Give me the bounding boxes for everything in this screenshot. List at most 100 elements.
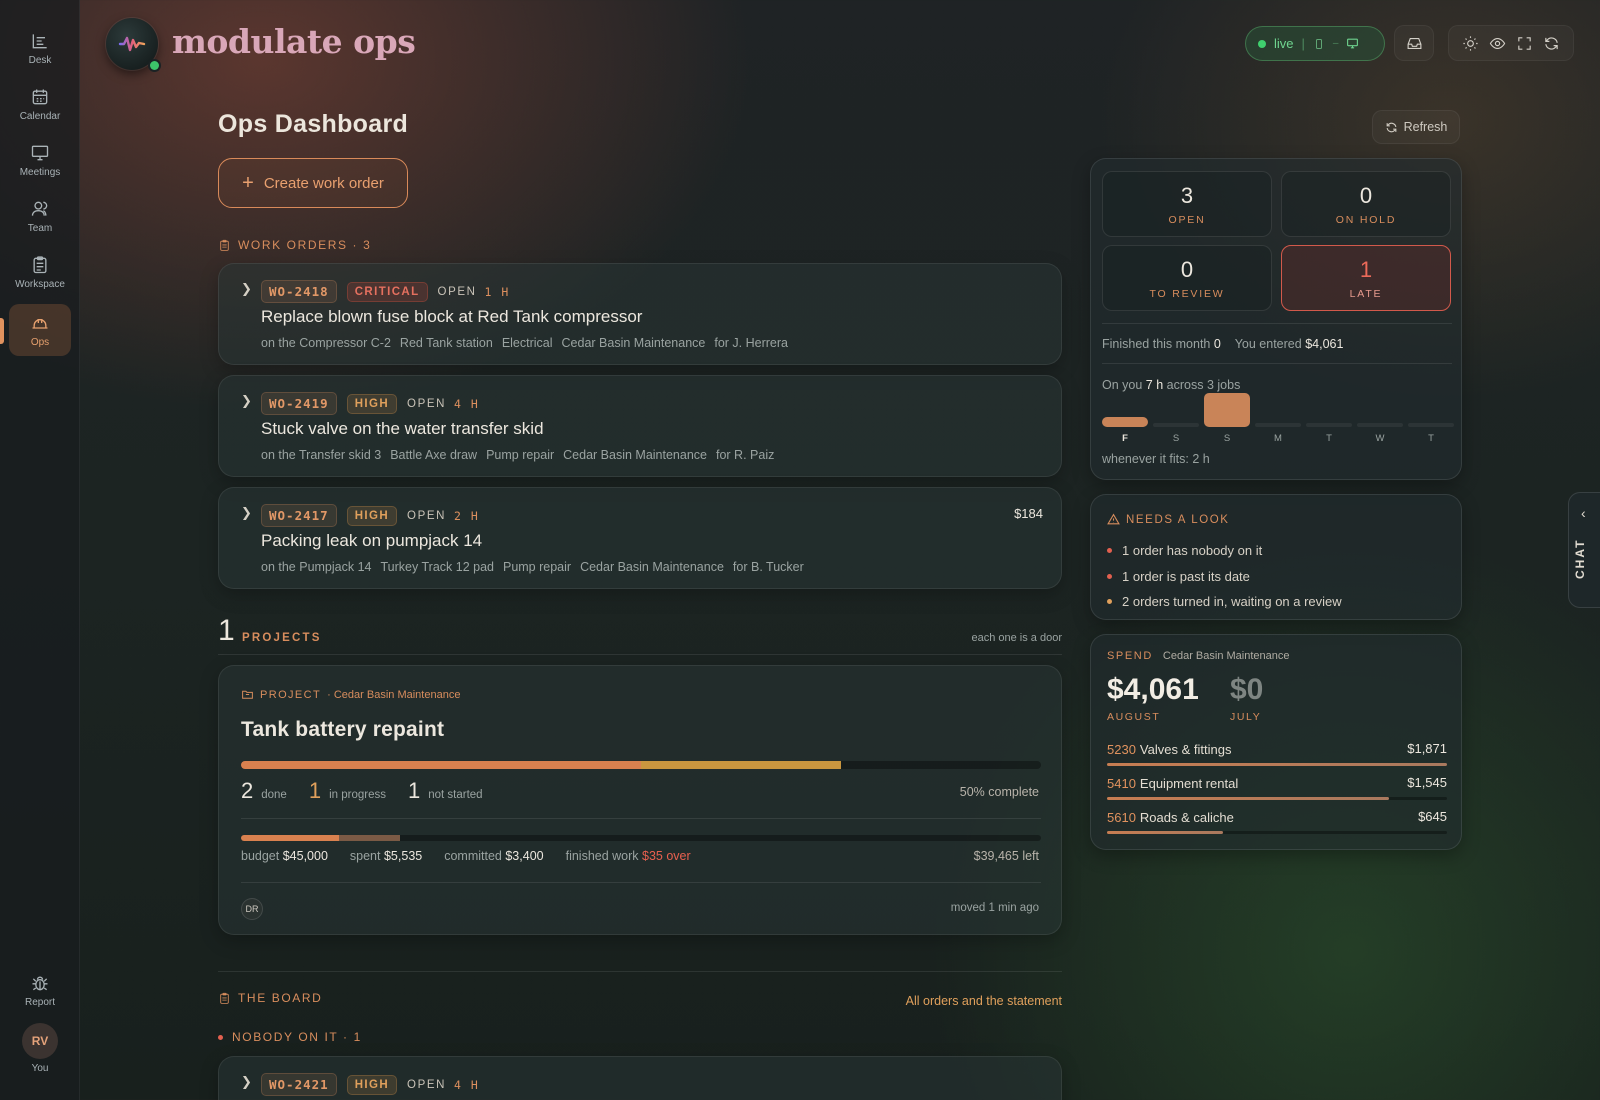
stat-on-hold[interactable]: 0 ON HOLD <box>1281 171 1451 237</box>
spend-category-row[interactable]: 5230 Valves & fittings $1,871 <box>1107 741 1447 771</box>
work-order-card[interactable]: ❯ WO-2417 HIGH OPEN 2 H $184 Packing lea… <box>218 487 1062 589</box>
sidebar-item-ops[interactable]: Ops <box>9 304 71 356</box>
bug-icon <box>32 976 48 990</box>
clipboard-icon <box>33 255 47 273</box>
sidebar-item-desk[interactable]: Desk <box>9 22 71 74</box>
day-load-bar <box>1408 423 1454 427</box>
stat-late[interactable]: 1 LATE <box>1281 245 1451 311</box>
divider: | <box>1301 36 1305 51</box>
sidebar-item-team[interactable]: Team <box>9 190 71 242</box>
board-heading: THE BOARD <box>218 991 322 1005</box>
live-label: live <box>1274 36 1294 51</box>
day-label: S <box>1223 433 1231 444</box>
age-label: 1 H <box>484 284 510 299</box>
work-order-title: Stuck valve on the water transfer skid <box>261 419 544 438</box>
monitor-icon[interactable] <box>1346 37 1359 50</box>
status-label: OPEN <box>407 397 447 410</box>
fullscreen-icon[interactable] <box>1516 35 1533 52</box>
work-order-id: WO-2421 <box>261 1073 337 1096</box>
sidebar-item-workspace[interactable]: Workspace <box>9 246 71 298</box>
category-bar-fill <box>1107 831 1223 834</box>
work-order-meta: on the Compressor C-2 Red Tank station E… <box>261 336 788 350</box>
work-order-id: WO-2419 <box>261 392 337 415</box>
user-avatar[interactable]: RV <box>22 1023 58 1059</box>
inbox-button[interactable] <box>1394 25 1434 61</box>
all-orders-link[interactable]: All orders and the statement <box>880 994 1062 1008</box>
meta-category: Electrical <box>501 336 553 350</box>
spent-item: spent $5,535 <box>350 849 422 863</box>
status-label: OPEN <box>407 1078 447 1091</box>
budget-committed-segment <box>339 835 401 841</box>
chevron-right-icon[interactable]: ❯ <box>241 281 252 297</box>
sidebar-item-label: Meetings <box>19 166 61 178</box>
project-task-stats: 2 done 1 in progress 1 not started <box>241 778 497 804</box>
chevron-right-icon[interactable]: ❯ <box>241 1074 252 1090</box>
needs-a-look-panel: NEEDS A LOOK 1 order has nobody on it 1 … <box>1090 494 1462 620</box>
meta-location: Battle Axe draw <box>390 448 478 462</box>
refresh-button[interactable]: Refresh <box>1372 110 1460 144</box>
spend-current-month: AUGUST <box>1107 711 1161 723</box>
hard-hat-icon <box>32 318 48 329</box>
progress-done-segment <box>241 761 641 769</box>
category-amount: $1,871 <box>1407 741 1447 756</box>
nobody-on-it-label: NOBODY ON IT · 1 <box>232 1030 362 1044</box>
entered-label: You entered <box>1234 337 1302 351</box>
needs-heading: NEEDS A LOOK <box>1107 513 1230 526</box>
project-card[interactable]: PROJECT · Cedar Basin Maintenance Tank b… <box>218 665 1062 935</box>
sidebar-item-meetings[interactable]: Meetings <box>9 134 71 186</box>
age-label: 4 H <box>454 396 480 411</box>
entered-value: $4,061 <box>1305 337 1344 351</box>
fits-label: whenever it fits: 2 h <box>1102 452 1210 466</box>
day-load-bar <box>1102 417 1148 427</box>
sidebar-item-label: Calendar <box>19 110 61 122</box>
spend-category-row[interactable]: 5410 Equipment rental $1,545 <box>1107 775 1447 805</box>
chevron-right-icon[interactable]: ❯ <box>241 505 252 521</box>
day-label: M <box>1274 433 1282 444</box>
stat-label: TO REVIEW <box>1149 287 1225 300</box>
work-order-card[interactable]: ❯ WO-2419 HIGH OPEN 4 H Stuck valve on t… <box>218 375 1062 477</box>
list-item[interactable]: 2 orders turned in, waiting on a review <box>1107 589 1342 615</box>
stat-value: 0 <box>1180 256 1194 282</box>
chevron-left-icon[interactable]: ‹ <box>1581 505 1586 521</box>
sidebar-item-label: Report <box>24 996 55 1008</box>
load-summary: On you 7 h across 3 jobs <box>1102 378 1240 392</box>
project-kicker: PROJECT · Cedar Basin Maintenance <box>241 688 460 701</box>
age-label: 4 H <box>454 1077 480 1092</box>
not-started-count: 1 <box>407 778 421 803</box>
meta-category: Pump repair <box>502 560 572 574</box>
stat-open[interactable]: 3 OPEN <box>1102 171 1272 237</box>
budget-bar <box>241 835 1041 841</box>
phone-icon[interactable] <box>1313 38 1325 50</box>
sidebar-item-label: Desk <box>28 54 52 66</box>
sun-icon[interactable] <box>1462 35 1479 52</box>
category-code: 5410 <box>1107 776 1136 791</box>
live-toggle[interactable]: live | – <box>1245 26 1385 61</box>
assignee-avatar[interactable]: DR <box>241 898 263 920</box>
inbox-icon <box>1407 37 1421 49</box>
committed-value: $3,400 <box>505 849 544 863</box>
work-order-id: WO-2418 <box>261 280 337 303</box>
meta-org: Cedar Basin Maintenance <box>563 448 707 462</box>
sidebar-item-report[interactable]: Report <box>9 964 71 1016</box>
eye-icon[interactable] <box>1489 35 1506 52</box>
work-order-card[interactable]: ❯ WO-2421 HIGH OPEN 4 H <box>218 1056 1062 1100</box>
stat-value: 0 <box>1359 182 1373 208</box>
day-load-bar <box>1357 423 1403 427</box>
project-kicker-label: PROJECT <box>260 688 322 701</box>
sync-icon[interactable] <box>1543 35 1560 52</box>
list-item[interactable]: 1 order has nobody on it <box>1107 538 1342 564</box>
sidebar-item-calendar[interactable]: Calendar <box>9 78 71 130</box>
category-bar <box>1107 763 1447 766</box>
meta-equipment: on the Transfer skid 3 <box>261 448 382 462</box>
stat-to-review[interactable]: 0 TO REVIEW <box>1102 245 1272 311</box>
work-order-card[interactable]: ❯ WO-2418 CRITICAL OPEN 1 H Replace blow… <box>218 263 1062 365</box>
create-work-order-button[interactable]: + Create work order <box>218 158 408 208</box>
meta-org: Cedar Basin Maintenance <box>561 336 706 350</box>
finished-value: 0 <box>1213 337 1221 351</box>
list-item[interactable]: 1 order is past its date <box>1107 564 1342 590</box>
bullet-dot <box>1107 548 1112 554</box>
chevron-right-icon[interactable]: ❯ <box>241 393 252 409</box>
project-title: Tank battery repaint <box>241 718 445 741</box>
spend-category-row[interactable]: 5610 Roads & caliche $645 <box>1107 809 1447 839</box>
finished-summary: Finished this month 0 You entered $4,061 <box>1102 337 1343 351</box>
